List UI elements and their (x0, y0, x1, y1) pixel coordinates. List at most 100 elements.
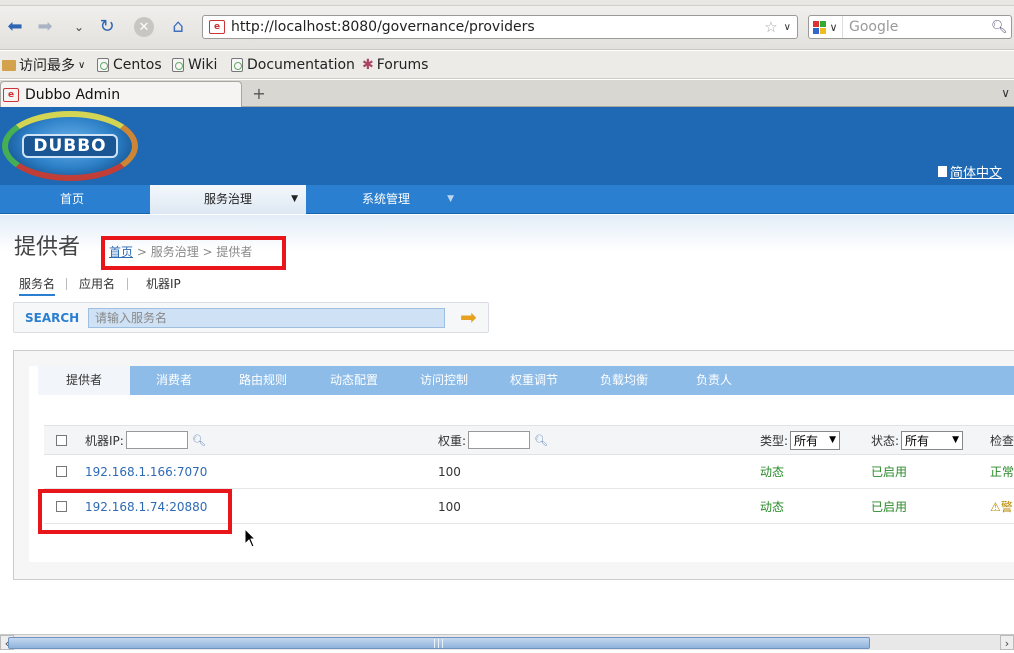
app-header: DUBBO 简体中文 (0, 107, 1014, 185)
ip-filter-input[interactable] (126, 431, 188, 449)
back-arrow-icon[interactable]: ⬅ (2, 14, 28, 40)
search-engine-icon[interactable]: ∨ (809, 16, 843, 38)
tab-owners[interactable]: 负责人 (696, 366, 732, 395)
site-favicon-icon: e (209, 20, 225, 34)
document-icon (938, 166, 947, 177)
address-bar[interactable]: e http://localhost:8080/governance/provi… (202, 15, 798, 39)
row-checkbox[interactable] (56, 455, 67, 488)
folder-icon (2, 60, 16, 71)
web-search-placeholder[interactable]: Google (843, 19, 991, 35)
weight-filter-label: 权重: (438, 432, 466, 449)
bookmarks-toolbar: 访问最多 ∨ Centos Wiki Documentation ✱ Forum… (0, 51, 1014, 79)
tab-separator (127, 278, 128, 290)
web-search-box[interactable]: ∨ Google 🔍︎ (808, 15, 1012, 39)
forward-arrow-icon[interactable]: ➡ (32, 14, 58, 40)
tab-consumers[interactable]: 消费者 (156, 366, 192, 395)
forums-icon: ✱ (362, 57, 374, 73)
bookmark-centos[interactable]: Centos (97, 55, 162, 75)
check-column-header: 检查 (990, 426, 1014, 454)
nav-service-governance[interactable]: 服务治理 ▼ (150, 185, 306, 214)
provider-check: 正常 (990, 455, 1014, 488)
mouse-cursor-icon (244, 528, 256, 548)
type-select[interactable]: 所有 ▼ (790, 431, 840, 450)
content-tabs: 提供者 消费者 路由规则 动态配置 访问控制 权重调节 负载均衡 负责人 (38, 366, 1014, 395)
caret-down-icon: ▼ (291, 185, 298, 214)
bookmark-label: Centos (113, 57, 162, 73)
search-type-tabs: 服务名 应用名 机器IP (0, 276, 300, 298)
nav-label: 服务治理 (204, 192, 252, 206)
site-favicon-icon: e (3, 88, 19, 102)
tab-load-balance[interactable]: 负载均衡 (600, 366, 648, 395)
provider-status: 已启用 (871, 490, 907, 523)
bookmark-documentation[interactable]: Documentation (231, 55, 355, 75)
language-label: 简体中文 (950, 162, 1002, 181)
language-switch[interactable]: 简体中文 (938, 162, 1002, 181)
provider-address-link[interactable]: 192.168.1.166:7070 (85, 455, 207, 488)
provider-status: 已启用 (871, 455, 907, 488)
search-go-arrow-icon[interactable]: ➡ (460, 307, 482, 327)
weight-filter: 权重: 🔍︎ (438, 426, 548, 454)
scroll-grip: ||| (433, 639, 445, 649)
tab-title: Dubbo Admin (25, 87, 120, 103)
url-dropdown-icon[interactable]: ∨ (784, 22, 791, 33)
caret-down-icon: ▼ (829, 435, 836, 445)
weight-filter-input[interactable] (468, 431, 530, 449)
bookmark-most-visited[interactable]: 访问最多 ∨ (2, 55, 85, 75)
search-icon[interactable]: 🔍︎ (534, 434, 548, 447)
provider-check: 警 (1001, 498, 1013, 515)
search-tab-machine-ip[interactable]: 机器IP (146, 276, 181, 296)
search-icon[interactable]: 🔍︎ (192, 434, 206, 447)
type-filter-label: 类型: (760, 432, 788, 449)
horizontal-scrollbar[interactable]: ‹ ||| › (0, 634, 1014, 650)
table-row: 192.168.1.166:7070 100 动态 已启用 正常 (44, 455, 1014, 489)
tab-routes[interactable]: 路由规则 (239, 366, 287, 395)
logo-text: DUBBO (22, 134, 118, 158)
chevron-down-icon: ∨ (78, 60, 85, 71)
tab-weight[interactable]: 权重调节 (510, 366, 558, 395)
select-all-checkbox[interactable] (56, 426, 67, 454)
status-select-value: 所有 (905, 432, 929, 449)
highlight-box-breadcrumb (101, 236, 286, 270)
scrollbar-thumb[interactable]: ||| (8, 637, 870, 649)
search-tab-app-name[interactable]: 应用名 (79, 276, 115, 296)
tab-providers[interactable]: 提供者 (38, 366, 130, 395)
bookmark-forums[interactable]: ✱ Forums (362, 55, 428, 75)
tab-separator (66, 278, 67, 290)
bookmark-label: Forums (377, 57, 429, 73)
reload-icon[interactable]: ↻ (94, 14, 120, 40)
nav-system-management[interactable]: 系统管理 ▼ (308, 185, 464, 214)
status-filter: 状态: 所有 ▼ (871, 426, 963, 454)
tab-strip: e Dubbo Admin + ∨ (0, 80, 1014, 107)
nav-home[interactable]: 首页 (0, 185, 144, 214)
caret-down-icon: ▼ (447, 185, 454, 214)
page-icon (97, 58, 109, 72)
main-nav: 首页 服务治理 ▼ 系统管理 ▼ (0, 185, 1014, 214)
provider-weight: 100 (438, 490, 461, 523)
nav-label: 系统管理 (362, 192, 410, 206)
type-filter: 类型: 所有 ▼ (760, 426, 840, 454)
search-icon[interactable]: 🔍︎ (991, 20, 1011, 35)
new-tab-button[interactable]: + (248, 85, 270, 103)
service-search-input[interactable]: 请输入服务名 (88, 308, 445, 328)
url-text[interactable]: http://localhost:8080/governance/provide… (231, 19, 764, 35)
browser-tab-dubbo-admin[interactable]: e Dubbo Admin (0, 81, 242, 107)
stop-icon[interactable]: ✕ (131, 14, 157, 40)
search-label: SEARCH (25, 311, 79, 325)
table-header: 机器IP: 🔍︎ 权重: 🔍︎ 类型: 所有 ▼ 状态: 所有 ▼ 检查 (44, 425, 1014, 455)
bookmark-label: Wiki (188, 57, 217, 73)
tab-list-chevron-icon[interactable]: ∨ (1001, 86, 1010, 100)
home-icon[interactable]: ⌂ (165, 14, 191, 40)
tab-dynamic-config[interactable]: 动态配置 (330, 366, 378, 395)
search-tab-service-name[interactable]: 服务名 (19, 276, 55, 296)
bookmark-star-icon[interactable]: ☆ (764, 18, 777, 36)
highlight-box-provider (38, 489, 232, 534)
browser-toolbar: ⬅ ➡ ⌄ ↻ ✕ ⌂ e http://localhost:8080/gove… (0, 0, 1014, 50)
status-select[interactable]: 所有 ▼ (901, 431, 963, 450)
ip-filter: 机器IP: 🔍︎ (85, 426, 206, 454)
tab-access-control[interactable]: 访问控制 (420, 366, 468, 395)
scroll-right-arrow-icon[interactable]: › (1000, 635, 1014, 650)
bookmark-wiki[interactable]: Wiki (172, 55, 217, 75)
history-dropdown-icon[interactable]: ⌄ (66, 14, 92, 40)
bookmark-label: Documentation (247, 57, 355, 73)
status-filter-label: 状态: (871, 432, 899, 449)
